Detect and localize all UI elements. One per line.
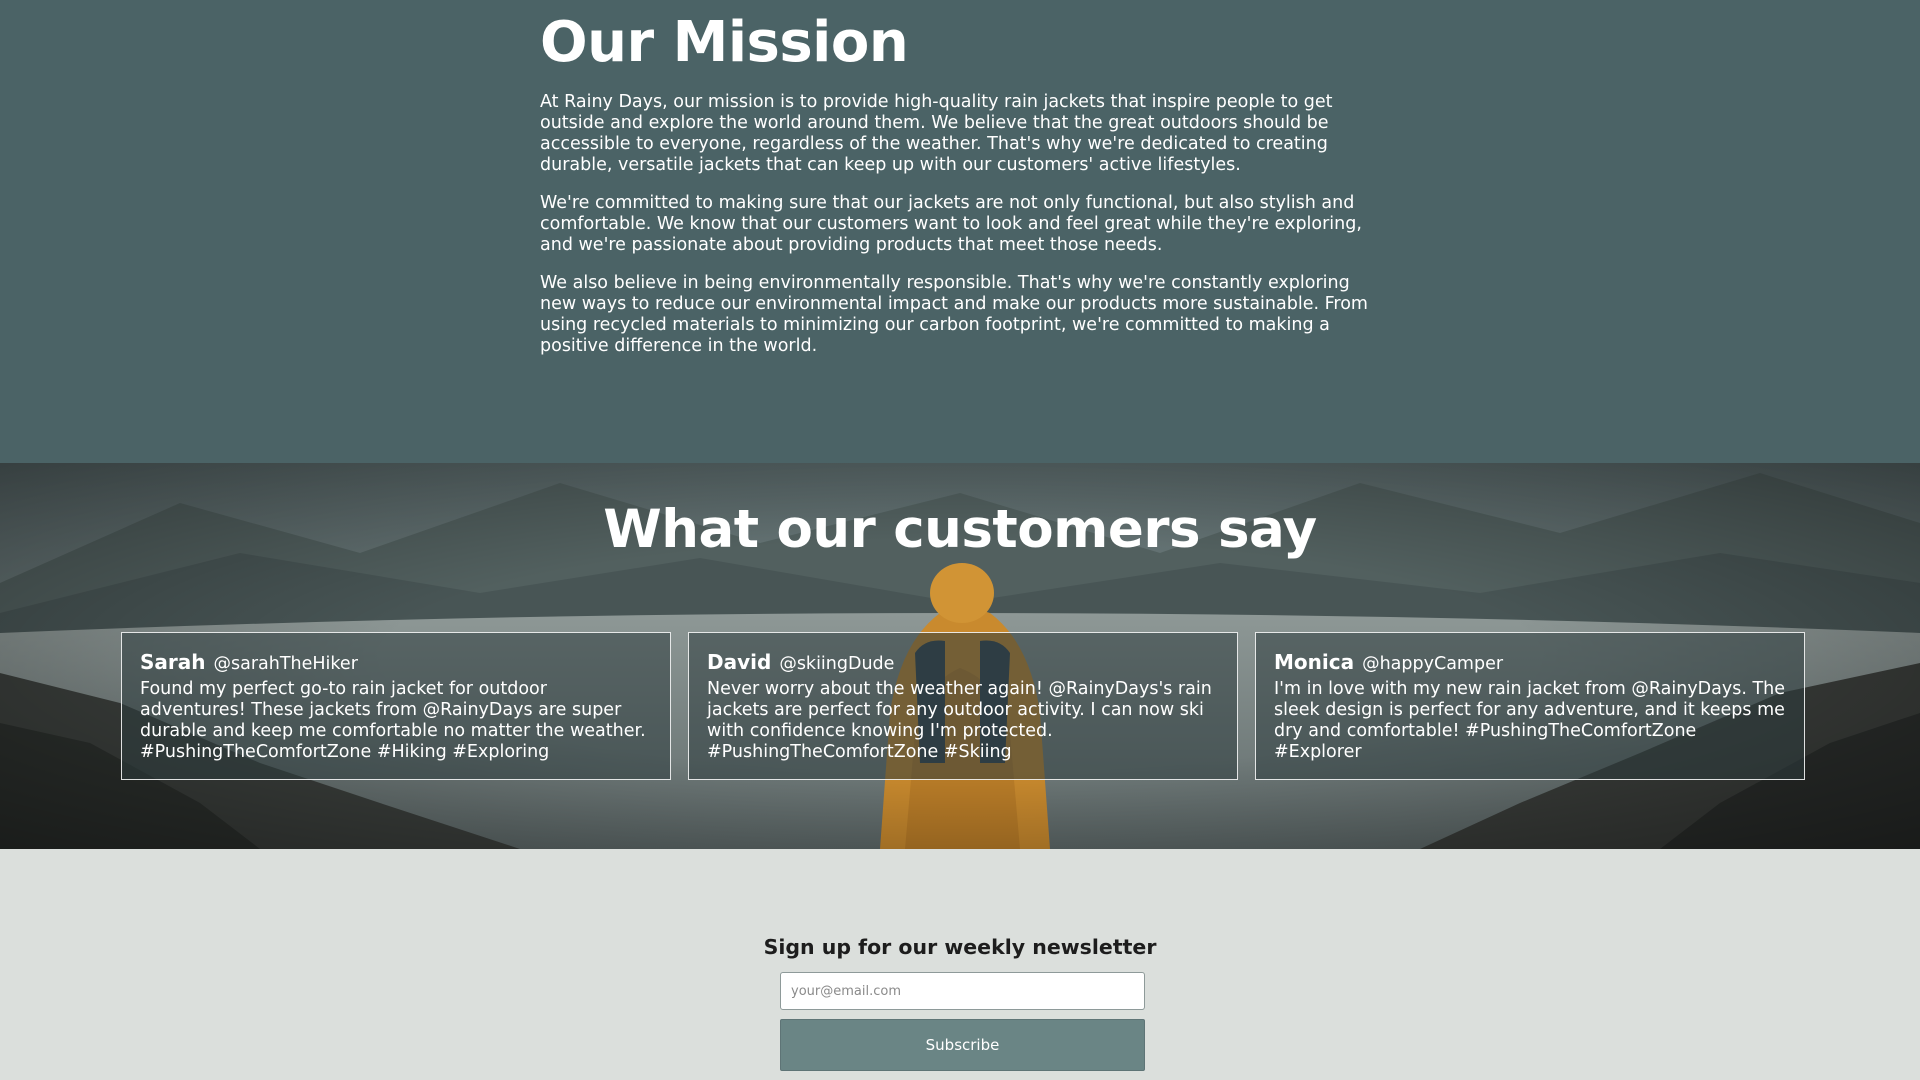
email-input[interactable] [780, 972, 1145, 1010]
testimonials-section: What our customers say Sarah @sarahTheHik… [0, 463, 1920, 849]
mission-paragraph: We also believe in being environmentally… [540, 273, 1368, 356]
testimonial-header: David @skiingDude [707, 649, 1219, 677]
testimonial-text: I'm in love with my new rain jacket from… [1274, 679, 1786, 762]
customer-name: Sarah [140, 650, 206, 674]
mission-paragraph: At Rainy Days, our mission is to provide… [540, 92, 1333, 175]
newsletter-title: Sign up for our weekly newsletter [763, 935, 1157, 959]
testimonial-text: Found my perfect go-to rain jacket for o… [140, 679, 646, 762]
testimonial-card: Sarah @sarahTheHiker Found my perfect go-… [121, 632, 671, 780]
newsletter-section: Sign up for our weekly newsletter Subscr… [0, 849, 1920, 1080]
subscribe-button[interactable]: Subscribe [780, 1019, 1145, 1071]
customer-name: Monica [1274, 650, 1355, 674]
testimonials-title: What our customers say [603, 499, 1317, 560]
mission-title: Our Mission [540, 10, 909, 75]
testimonial-header: Monica @happyCamper [1274, 649, 1786, 677]
testimonial-header: Sarah @sarahTheHiker [140, 649, 652, 677]
testimonial-text: Never worry about the weather again! @Ra… [707, 679, 1212, 762]
mission-section: Our Mission At Rainy Days, our mission i… [0, 0, 1920, 463]
mission-content: Our Mission At Rainy Days, our mission i… [540, 6, 1390, 374]
customer-handle: @sarahTheHiker [213, 654, 358, 674]
testimonial-card: David @skiingDude Never worry about the w… [688, 632, 1238, 780]
mission-paragraph: We're committed to making sure that our … [540, 193, 1362, 255]
customer-name: David [707, 650, 772, 674]
testimonial-card: Monica @happyCamper I'm in love with my n… [1255, 632, 1805, 780]
customer-handle: @happyCamper [1362, 654, 1504, 674]
customer-handle: @skiingDude [779, 654, 895, 674]
